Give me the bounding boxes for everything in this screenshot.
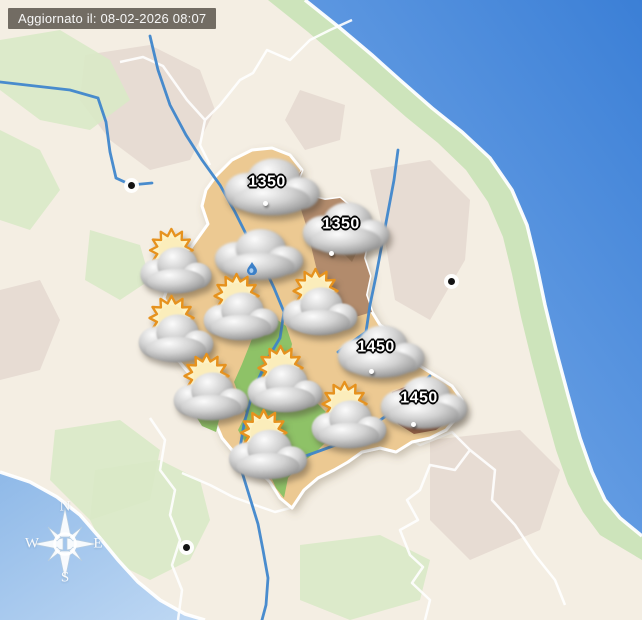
cloud-icon (222, 419, 314, 485)
town-dot (127, 181, 135, 189)
compass-west-label: W (24, 535, 40, 552)
weather-icon-partly-sunny (305, 390, 393, 454)
last-updated-bar: Aggiornato il: 08-02-2026 08:07 (8, 8, 217, 29)
weather-map-page: Aggiornato il: 08-02-2026 08:07 1350 135… (0, 0, 642, 620)
weather-icon-partly-sunny (222, 419, 314, 485)
town-dot (447, 277, 455, 285)
compass-south-label: S (60, 569, 70, 586)
village-dot (328, 250, 334, 256)
compass-east-label: E (93, 535, 103, 552)
town-dot (182, 543, 190, 551)
village-dot (368, 368, 374, 374)
snow-level-label: 1450 (357, 338, 395, 356)
cloud-icon (305, 390, 393, 454)
water-drop-marker (247, 262, 257, 275)
village-dot (262, 200, 268, 206)
snow-level-label: 1350 (248, 173, 286, 191)
compass-rose: N E S W (19, 494, 111, 592)
village-dot (410, 421, 416, 427)
compass-north-label: N (59, 498, 71, 515)
